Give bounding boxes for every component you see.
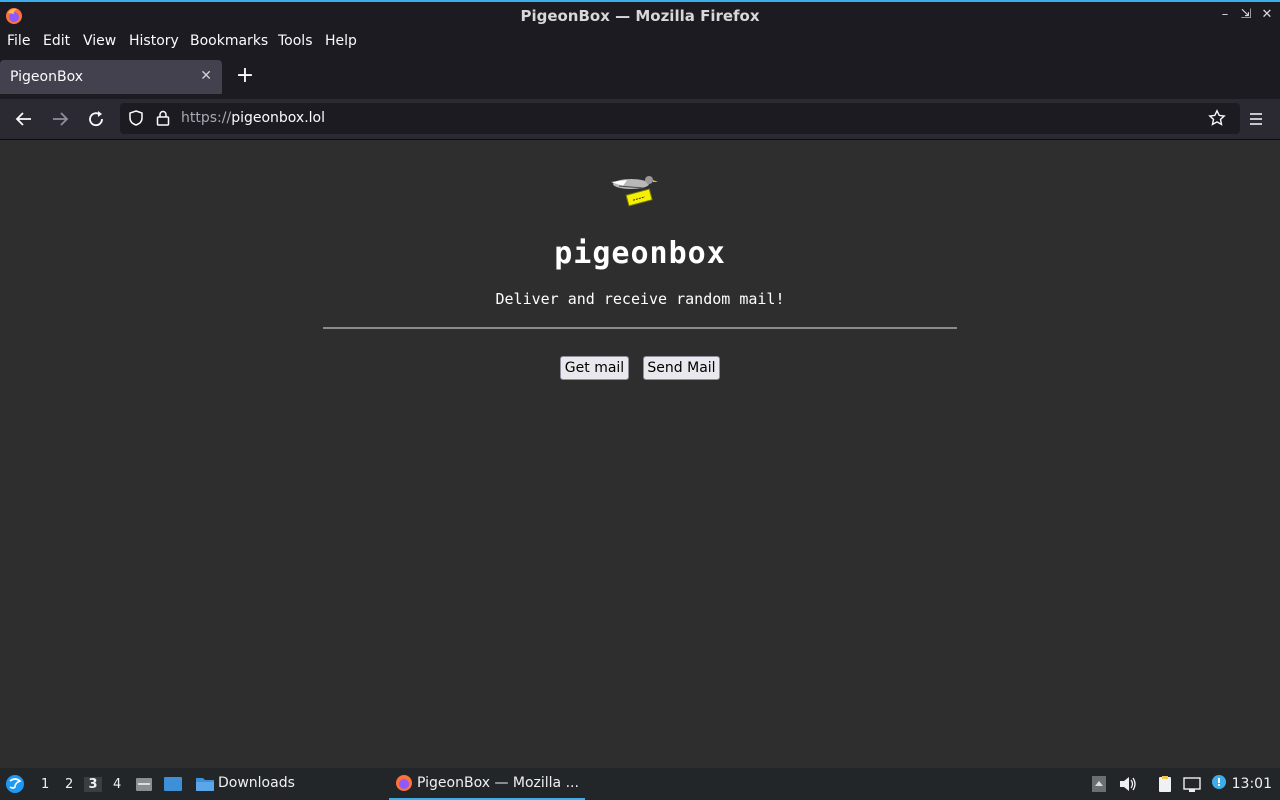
taskbar: 1 2 3 4 Downloads PigeonBox — Mozilla ..… [0, 768, 1280, 800]
send-mail-button[interactable]: Send Mail [643, 356, 720, 380]
app-launcher-icon[interactable] [5, 774, 25, 794]
window-title: PigeonBox — Mozilla Firefox [520, 7, 760, 25]
workspace-3[interactable]: 3 [84, 777, 102, 792]
site-tagline: Deliver and receive random mail! [495, 290, 785, 308]
desktop-icon[interactable] [163, 775, 183, 793]
tab-title: PigeonBox [10, 69, 83, 85]
folder-icon[interactable] [195, 775, 215, 793]
page-content: pigeonbox Deliver and receive random mai… [0, 140, 1280, 768]
bookmark-star-icon[interactable] [1208, 109, 1226, 127]
clock: 13:01 [1231, 776, 1272, 792]
menu-edit[interactable]: Edit [43, 33, 70, 49]
divider [323, 327, 957, 329]
workspace-2[interactable]: 2 [65, 777, 73, 792]
close-icon[interactable]: ✕ [1258, 6, 1276, 24]
tab-close-icon[interactable]: ✕ [200, 68, 212, 84]
pigeon-logo [611, 176, 658, 207]
menu-help[interactable]: Help [325, 33, 357, 49]
firefox-task-label: PigeonBox — Mozilla ... [417, 775, 579, 791]
menu-file[interactable]: File [7, 33, 30, 49]
volume-icon[interactable] [1118, 775, 1138, 793]
hamburger-menu-icon[interactable] [1245, 108, 1267, 130]
menu-bar: File Edit View History Bookmarks Tools H… [0, 29, 1280, 55]
minimize-icon[interactable]: – [1216, 6, 1234, 24]
navigation-toolbar: https://pigeonbox.lol [0, 99, 1280, 140]
tab-strip: PigeonBox ✕ + [0, 55, 1280, 99]
menu-bookmarks[interactable]: Bookmarks [190, 33, 268, 49]
get-mail-button[interactable]: Get mail [560, 356, 629, 380]
firefox-task-icon [396, 775, 412, 791]
forward-arrow-icon[interactable] [49, 108, 71, 130]
shield-icon[interactable] [127, 109, 145, 127]
back-arrow-icon[interactable] [13, 108, 35, 130]
maximize-icon[interactable]: ⇲ [1237, 6, 1255, 24]
workspace-1[interactable]: 1 [41, 777, 49, 792]
firefox-task[interactable]: PigeonBox — Mozilla ... [389, 768, 585, 800]
file-manager-icon[interactable] [135, 775, 153, 793]
workspace-4[interactable]: 4 [113, 777, 121, 792]
url-host: pigeonbox.lol [231, 110, 326, 126]
url-text[interactable]: https://pigeonbox.lol [181, 110, 325, 126]
notifications-icon[interactable] [1210, 774, 1228, 792]
new-tab-icon[interactable]: + [234, 65, 256, 87]
menu-tools[interactable]: Tools [278, 33, 313, 49]
network-icon[interactable] [1182, 775, 1202, 793]
reload-icon[interactable] [85, 108, 107, 130]
downloads-task[interactable]: Downloads [218, 775, 295, 791]
tray-expand-icon[interactable] [1091, 775, 1107, 793]
url-bar[interactable]: https://pigeonbox.lol [120, 103, 1240, 134]
menu-history[interactable]: History [129, 33, 179, 49]
menu-view[interactable]: View [83, 33, 116, 49]
window-titlebar: PigeonBox — Mozilla Firefox – ⇲ ✕ [0, 0, 1280, 29]
site-title: pigeonbox [554, 236, 726, 271]
tab-pigeonbox[interactable]: PigeonBox ✕ [0, 60, 222, 94]
lock-icon[interactable] [154, 109, 172, 127]
clipboard-icon[interactable] [1156, 775, 1174, 793]
url-scheme: https:// [181, 110, 232, 126]
